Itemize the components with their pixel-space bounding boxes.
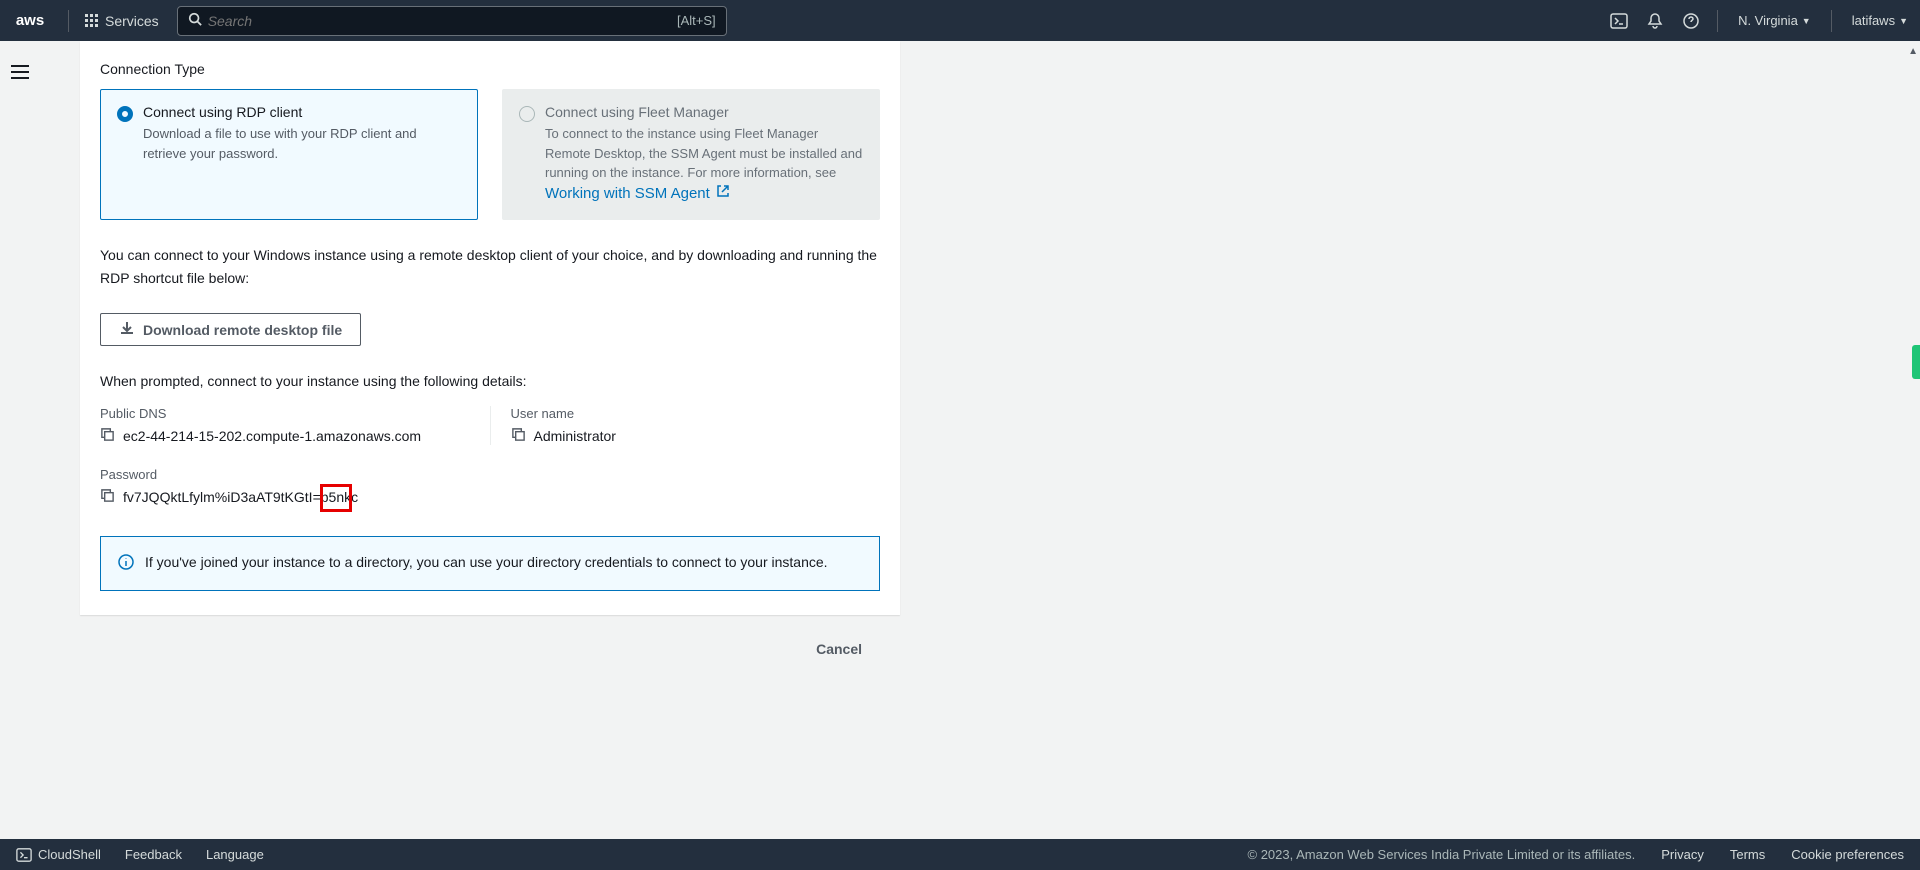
- ssm-agent-link[interactable]: Working with SSM Agent: [545, 185, 730, 202]
- download-icon: [119, 320, 135, 339]
- copyright-text: © 2023, Amazon Web Services India Privat…: [1248, 847, 1636, 862]
- option-rdp-title: Connect using RDP client: [143, 104, 461, 120]
- caret-down-icon: ▼: [1802, 16, 1811, 26]
- sidebar-toggle[interactable]: [0, 52, 40, 92]
- aws-logo[interactable]: aws: [0, 12, 60, 29]
- search-bar[interactable]: [Alt+S]: [177, 6, 727, 36]
- region-selector[interactable]: N. Virginia▼: [1726, 13, 1823, 28]
- cloudshell-button[interactable]: CloudShell: [16, 847, 101, 863]
- info-text: If you've joined your instance to a dire…: [145, 551, 828, 576]
- username-label: User name: [511, 406, 881, 421]
- notifications-icon-button[interactable]: [1637, 1, 1673, 41]
- password-label: Password: [100, 467, 880, 482]
- main-content: Connection Type Connect using RDP client…: [40, 41, 1920, 839]
- public-dns-value: ec2-44-214-15-202.compute-1.amazonaws.co…: [123, 428, 421, 444]
- public-dns-label: Public DNS: [100, 406, 470, 421]
- bottom-bar: CloudShell Feedback Language © 2023, Ama…: [0, 839, 1920, 870]
- option-fleet-desc: To connect to the instance using Fleet M…: [545, 124, 863, 205]
- connection-options: Connect using RDP client Download a file…: [100, 89, 880, 220]
- cloudshell-icon-button[interactable]: [1601, 1, 1637, 41]
- option-rdp-client[interactable]: Connect using RDP client Download a file…: [100, 89, 478, 220]
- option-rdp-desc: Download a file to use with your RDP cli…: [143, 124, 461, 163]
- prompt-instructions: When prompted, connect to your instance …: [100, 370, 880, 392]
- username-value: Administrator: [534, 428, 616, 444]
- feedback-link[interactable]: Feedback: [125, 847, 182, 862]
- radio-disabled-icon: [519, 106, 535, 122]
- top-nav: aws Services [Alt+S] N. Virginia▼ latifa…: [0, 0, 1920, 41]
- copy-icon[interactable]: [100, 427, 115, 445]
- help-icon-button[interactable]: [1673, 1, 1709, 41]
- download-rdp-button[interactable]: Download remote desktop file: [100, 313, 361, 346]
- language-selector[interactable]: Language: [206, 847, 264, 862]
- search-icon: [188, 12, 202, 29]
- services-label: Services: [105, 13, 159, 29]
- copy-icon[interactable]: [511, 427, 526, 445]
- connection-type-label: Connection Type: [100, 61, 880, 77]
- privacy-link[interactable]: Privacy: [1661, 847, 1704, 862]
- terms-link[interactable]: Terms: [1730, 847, 1765, 862]
- copy-icon[interactable]: [100, 488, 115, 506]
- rdp-instructions: You can connect to your Windows instance…: [100, 244, 880, 289]
- option-fleet-title: Connect using Fleet Manager: [545, 104, 863, 120]
- external-link-icon: [716, 183, 730, 206]
- radio-selected-icon: [117, 106, 133, 122]
- connect-panel: Connection Type Connect using RDP client…: [80, 41, 900, 615]
- caret-down-icon: ▼: [1899, 16, 1908, 26]
- search-shortcut: [Alt+S]: [677, 13, 716, 28]
- divider: [68, 10, 69, 32]
- connection-details: Public DNS ec2-44-214-15-202.compute-1.a…: [100, 406, 880, 445]
- cookie-preferences-link[interactable]: Cookie preferences: [1791, 847, 1904, 862]
- grid-icon: [85, 14, 99, 28]
- password-value: fv7JQQktLfylm%iD3aAT9tKGtI=p5nkc: [123, 489, 358, 505]
- option-fleet-manager: Connect using Fleet Manager To connect t…: [502, 89, 880, 220]
- services-menu[interactable]: Services: [77, 13, 167, 29]
- cancel-button[interactable]: Cancel: [798, 635, 880, 663]
- account-menu[interactable]: latifaws▼: [1840, 13, 1920, 28]
- info-alert: If you've joined your instance to a dire…: [100, 536, 880, 591]
- info-icon: [117, 553, 135, 576]
- panel-footer: Cancel: [80, 615, 900, 703]
- search-input[interactable]: [208, 13, 677, 29]
